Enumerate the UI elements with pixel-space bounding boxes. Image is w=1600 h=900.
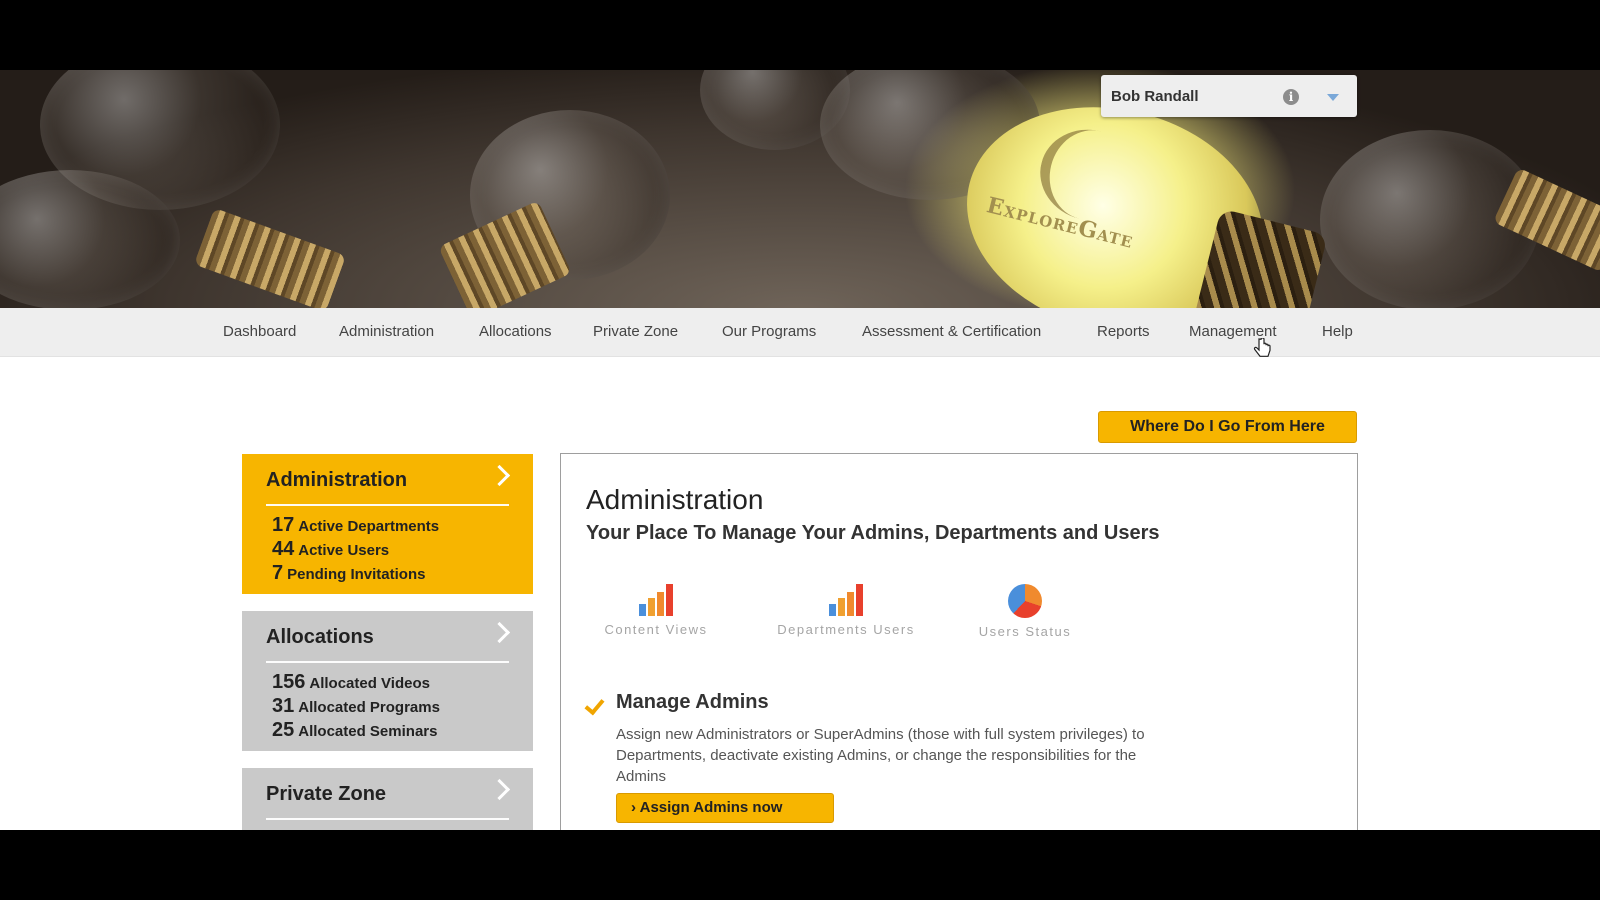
nav-reports[interactable]: Reports (1097, 323, 1150, 340)
content-card: Administration Your Place To Manage Your… (560, 453, 1358, 830)
user-menu[interactable]: Bob Randall i (1101, 75, 1357, 117)
bar-chart-icon (769, 584, 923, 616)
stat-row: 44 Active Users (272, 538, 390, 560)
stat-row: 156 Allocated Videos (272, 671, 430, 693)
nav-administration[interactable]: Administration (339, 323, 434, 340)
where-do-i-go-button[interactable]: Where Do I Go From Here (1098, 411, 1357, 443)
widget-label: Users Status (978, 624, 1072, 639)
main-nav: Dashboard Administration Allocations Pri… (0, 308, 1600, 357)
panel-title: Private Zone (266, 783, 387, 805)
page-subtitle: Your Place To Manage Your Admins, Depart… (586, 522, 1160, 544)
stat-row: 7 Pending Invitations (272, 562, 426, 584)
checkmark-icon (584, 694, 605, 716)
panel-title: Administration (266, 469, 408, 491)
bar-chart-icon (599, 584, 713, 616)
widget-content-views[interactable]: Content Views (599, 584, 713, 637)
nav-assessment-certification[interactable]: Assessment & Certification (862, 323, 1041, 340)
nav-private-zone[interactable]: Private Zone (593, 323, 678, 340)
widget-departments-users[interactable]: Departments Users (769, 584, 923, 637)
divider (266, 818, 509, 820)
assign-admins-button[interactable]: › Assign Admins now (616, 793, 834, 823)
divider (266, 661, 509, 663)
section-description: Assign new Administrators or SuperAdmins… (616, 726, 1145, 785)
app-frame: ExploreGate Bob Randall i Dashboard Admi… (0, 70, 1600, 830)
info-icon[interactable]: i (1283, 89, 1299, 105)
user-name: Bob Randall (1111, 88, 1199, 105)
panel-private-zone[interactable]: Private Zone (242, 768, 533, 830)
hero-banner: ExploreGate Bob Randall i (0, 70, 1600, 308)
hand-cursor-icon (1253, 338, 1271, 357)
stat-row: 25 Allocated Seminars (272, 719, 438, 741)
panel-administration[interactable]: Administration 17 Active Departments 44 Ac… (242, 454, 533, 594)
stat-row: 17 Active Departments (272, 514, 440, 536)
widget-label: Departments Users (777, 622, 915, 637)
panel-title: Allocations (266, 626, 374, 648)
chevron-down-icon[interactable] (1327, 94, 1339, 101)
section-title: Manage Admins (616, 691, 769, 713)
nav-our-programs[interactable]: Our Programs (722, 323, 816, 340)
widget-label: Content Views (604, 622, 708, 637)
pie-chart-icon (1008, 584, 1042, 618)
stat-row: 31 Allocated Programs (272, 695, 440, 717)
nav-dashboard[interactable]: Dashboard (223, 323, 296, 340)
panel-allocations[interactable]: Allocations 156 Allocated Videos 31 Alloca… (242, 611, 533, 751)
chevron-right-icon: › (631, 799, 640, 816)
widget-users-status[interactable]: Users Status (973, 584, 1077, 639)
nav-help[interactable]: Help (1322, 323, 1353, 340)
page-title: Administration (586, 484, 764, 515)
nav-allocations[interactable]: Allocations (479, 323, 552, 340)
divider (266, 504, 509, 506)
